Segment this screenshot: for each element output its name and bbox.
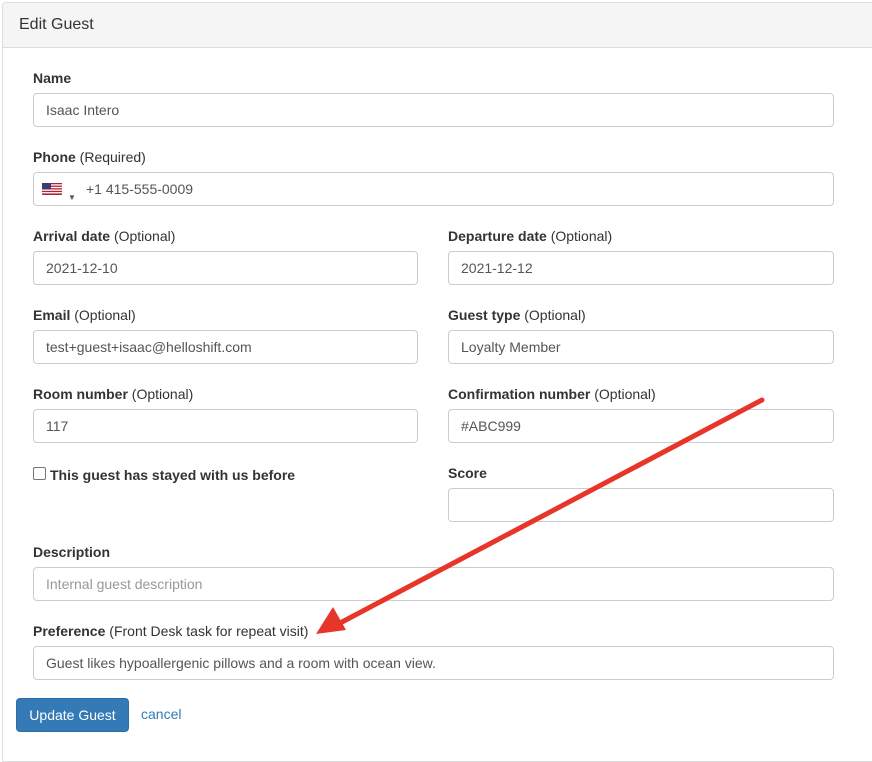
- email-value: test+guest+isaac@helloshift.com: [46, 339, 252, 355]
- room-number-label: Room number (Optional): [33, 386, 194, 402]
- departure-date-value: 2021-12-12: [461, 260, 533, 276]
- update-guest-button[interactable]: Update Guest: [16, 698, 129, 732]
- description-label: Description: [33, 544, 111, 560]
- cancel-link[interactable]: cancel: [141, 706, 181, 722]
- panel-title: Edit Guest: [19, 16, 94, 33]
- departure-date-input[interactable]: 2021-12-12: [448, 251, 834, 285]
- email-label: Email (Optional): [33, 307, 136, 323]
- name-input[interactable]: Isaac Intero: [33, 93, 834, 127]
- stayed-before-label[interactable]: This guest has stayed with us before: [50, 467, 295, 483]
- arrival-date-input[interactable]: 2021-12-10: [33, 251, 418, 285]
- score-input[interactable]: [448, 488, 834, 522]
- email-input[interactable]: test+guest+isaac@helloshift.com: [33, 330, 418, 364]
- phone-qualifier: (Required): [79, 149, 146, 165]
- description-placeholder: Internal guest description: [46, 576, 203, 592]
- panel-heading: Edit Guest: [3, 3, 872, 48]
- guest-type-input[interactable]: Loyalty Member: [448, 330, 834, 364]
- phone-label: Phone (Required): [33, 149, 146, 165]
- room-number-value: 117: [46, 418, 69, 434]
- confirmation-number-value: #ABC999: [461, 418, 521, 434]
- guest-type-label: Guest type (Optional): [448, 307, 586, 323]
- name-label: Name: [33, 70, 72, 86]
- description-input[interactable]: Internal guest description: [33, 567, 834, 601]
- phone-input[interactable]: ▼ +1 415-555-0009: [33, 172, 834, 206]
- arrival-date-label: Arrival date (Optional): [33, 228, 176, 244]
- confirmation-number-label: Confirmation number (Optional): [448, 386, 656, 402]
- departure-date-label: Departure date (Optional): [448, 228, 613, 244]
- us-flag-icon[interactable]: [42, 183, 62, 195]
- arrival-date-value: 2021-12-10: [46, 260, 118, 276]
- preference-input[interactable]: Guest likes hypoallergenic pillows and a…: [33, 646, 834, 680]
- preference-label: Preference (Front Desk task for repeat v…: [33, 623, 309, 639]
- stayed-before-checkbox[interactable]: [33, 467, 46, 480]
- room-number-input[interactable]: 117: [33, 409, 418, 443]
- chevron-down-icon[interactable]: ▼: [68, 182, 76, 205]
- confirmation-number-input[interactable]: #ABC999: [448, 409, 834, 443]
- preference-value: Guest likes hypoallergenic pillows and a…: [46, 655, 436, 671]
- name-value: Isaac Intero: [46, 102, 120, 118]
- guest-type-value: Loyalty Member: [461, 339, 561, 355]
- phone-value: +1 415-555-0009: [86, 181, 194, 197]
- score-label: Score: [448, 465, 487, 481]
